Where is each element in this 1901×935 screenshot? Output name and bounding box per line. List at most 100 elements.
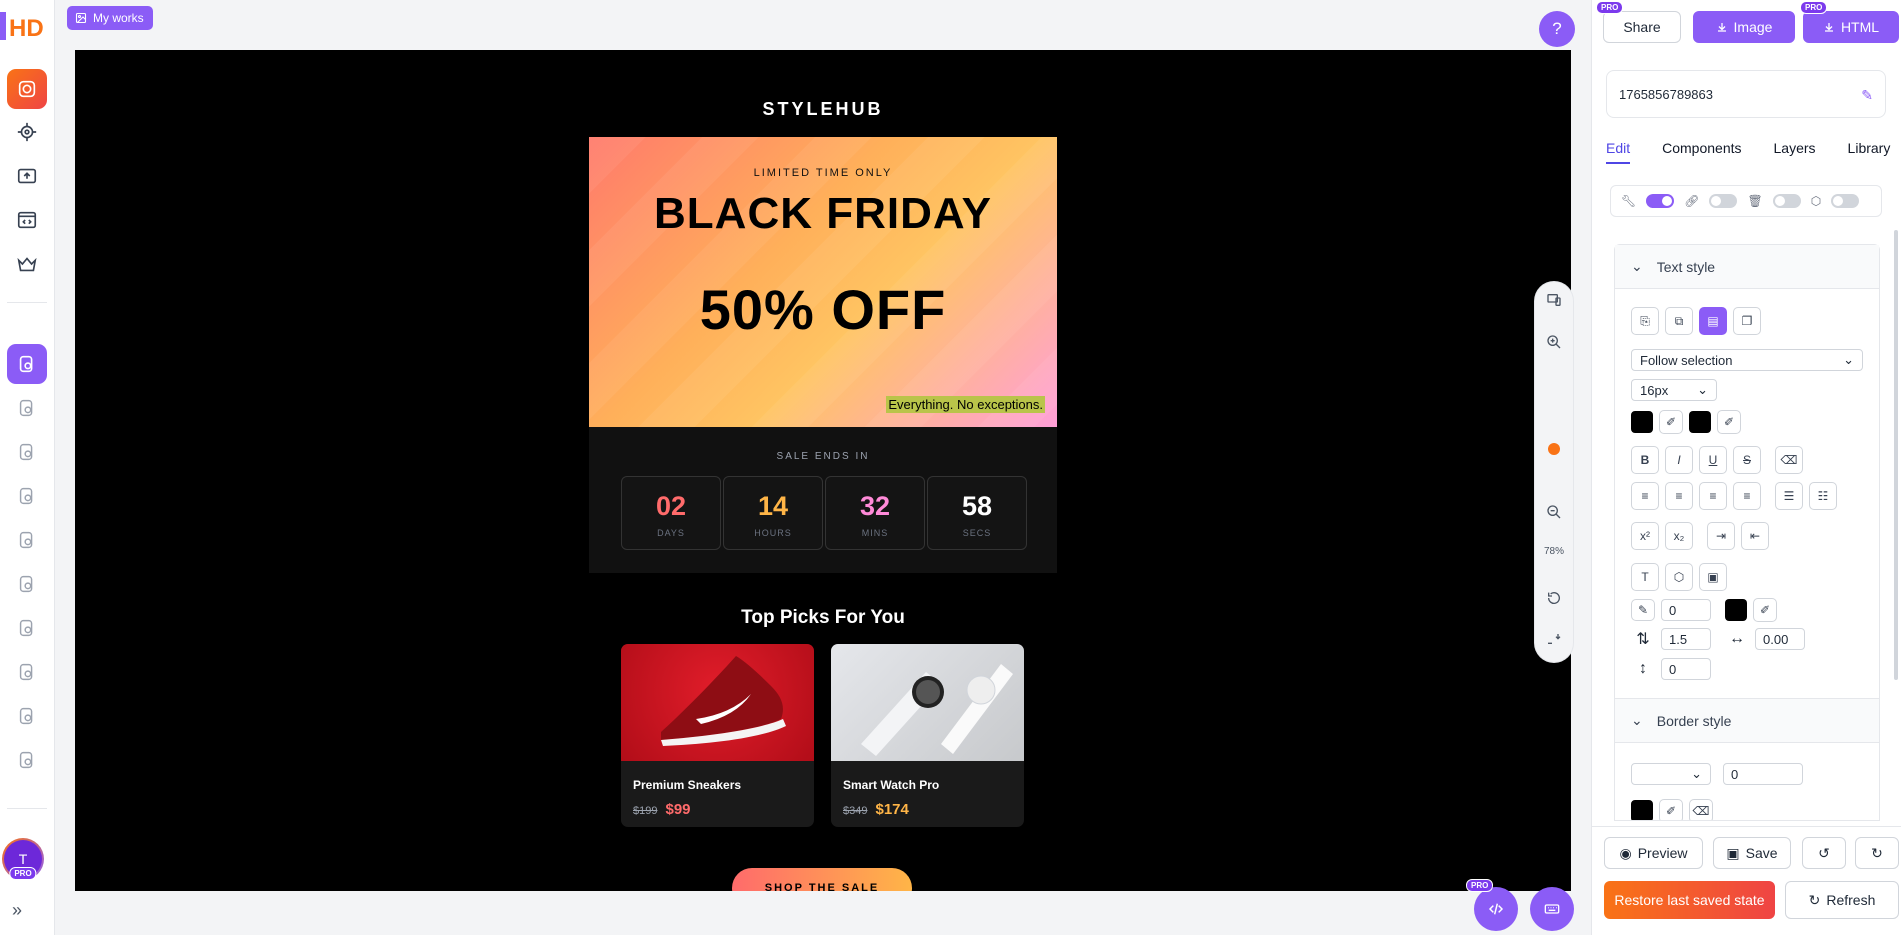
background-color-swatch[interactable] xyxy=(1689,411,1711,433)
countdown-section[interactable]: SALE ENDS IN 02 DAYS 14 HOURS 32 MINS 58 SECS xyxy=(589,427,1057,573)
hero-banner[interactable]: LIMITED TIME ONLY BLACK FRIDAY 50% OFF E… xyxy=(589,137,1057,427)
history-item[interactable] xyxy=(7,564,47,604)
component-toggle[interactable] xyxy=(1831,194,1860,208)
document-id-field[interactable]: 1765856789863 ✎ xyxy=(1606,70,1886,118)
target-tool-button[interactable] xyxy=(7,112,47,152)
keyboard-shortcuts-button[interactable] xyxy=(1530,887,1574,931)
align-justify-icon[interactable]: ≡ xyxy=(1733,482,1761,510)
document-icon[interactable]: ▤ xyxy=(1699,307,1727,335)
outdent-icon[interactable]: ⇤ xyxy=(1741,522,1769,550)
cube-icon[interactable]: ⬡ xyxy=(1665,563,1693,591)
redo-button[interactable]: ↻ xyxy=(1855,837,1899,869)
font-size-select[interactable]: 16px ⌄ xyxy=(1631,379,1717,401)
link-toggle[interactable] xyxy=(1709,194,1738,208)
my-works-button[interactable]: My works xyxy=(67,6,153,30)
copy-icon[interactable]: ⎘ xyxy=(1631,307,1659,335)
superscript-icon[interactable]: x² xyxy=(1631,522,1659,550)
countdown-box[interactable]: 02 DAYS xyxy=(621,476,721,550)
smartwatch-image[interactable] xyxy=(831,644,1024,761)
align-left-icon[interactable]: ≡ xyxy=(1631,482,1659,510)
tab-layers[interactable]: Layers xyxy=(1774,140,1816,164)
history-item[interactable] xyxy=(7,388,47,428)
share-button[interactable]: Share xyxy=(1603,11,1681,43)
edit-toggle[interactable] xyxy=(1646,194,1675,208)
preview-button[interactable]: ◉ Preview xyxy=(1604,837,1703,869)
history-item[interactable] xyxy=(7,476,47,516)
eyedropper-icon[interactable]: ✐ xyxy=(1659,410,1683,434)
device-toggle-button[interactable] xyxy=(1535,292,1573,308)
expand-sidebar-button[interactable]: » xyxy=(12,900,22,921)
font-family-select[interactable]: Follow selection ⌄ xyxy=(1631,349,1863,371)
eyedropper-icon[interactable]: ✐ xyxy=(1753,598,1777,622)
edit-pencil-icon[interactable]: ✎ xyxy=(1861,87,1873,104)
tab-edit[interactable]: Edit xyxy=(1606,140,1631,164)
code-tool-button[interactable] xyxy=(7,200,47,240)
text-style-header[interactable]: ⌄ Text style xyxy=(1615,245,1879,289)
tab-library[interactable]: Library xyxy=(1848,140,1891,164)
sneaker-image[interactable] xyxy=(621,644,814,761)
copy-style-icon[interactable]: ⧉ xyxy=(1665,307,1693,335)
underline-icon[interactable]: U xyxy=(1699,446,1727,474)
top-picks-title[interactable]: Top Picks For You xyxy=(589,607,1057,644)
image-icon[interactable]: ▣ xyxy=(1699,563,1727,591)
stroke-color-swatch[interactable] xyxy=(1725,599,1747,621)
help-button[interactable]: ? xyxy=(1539,11,1575,47)
history-item[interactable] xyxy=(7,432,47,472)
history-item[interactable] xyxy=(7,652,47,692)
countdown-box[interactable]: 14 HOURS xyxy=(723,476,823,550)
line-height-input[interactable]: 1.5 xyxy=(1661,628,1711,650)
restore-saved-button[interactable]: Restore last saved state xyxy=(1604,881,1775,919)
sale-price[interactable]: $174 xyxy=(875,801,908,818)
export-html-button[interactable]: HTML xyxy=(1803,11,1899,43)
border-color-swatch[interactable] xyxy=(1631,800,1653,820)
eraser-icon[interactable]: ⌫ xyxy=(1775,446,1803,474)
zoom-out-button[interactable] xyxy=(1535,504,1573,520)
premium-button[interactable] xyxy=(7,244,47,284)
eyedropper-icon[interactable]: ✐ xyxy=(1717,410,1741,434)
numbered-list-icon[interactable]: ☷ xyxy=(1809,482,1837,510)
align-right-icon[interactable]: ≡ xyxy=(1699,482,1727,510)
history-item[interactable] xyxy=(7,696,47,736)
text-color-swatch[interactable] xyxy=(1631,411,1653,433)
upload-tool-button[interactable] xyxy=(7,156,47,196)
align-center-icon[interactable]: ≡ xyxy=(1665,482,1693,510)
eyedropper-icon[interactable]: ✐ xyxy=(1659,799,1683,820)
bold-icon[interactable]: B xyxy=(1631,446,1659,474)
export-image-button[interactable]: Image xyxy=(1693,11,1795,43)
product-name[interactable]: Smart Watch Pro xyxy=(843,778,1024,792)
history-item[interactable] xyxy=(7,520,47,560)
paste-icon[interactable]: ❐ xyxy=(1733,307,1761,335)
border-type-select[interactable]: ⌄ xyxy=(1631,763,1711,785)
indent-icon[interactable]: ⇥ xyxy=(1707,522,1735,550)
save-button[interactable]: ▣ Save xyxy=(1713,837,1791,869)
code-view-button[interactable] xyxy=(1474,887,1518,931)
hero-discount[interactable]: 50% OFF xyxy=(589,277,1057,342)
zoom-slider-handle[interactable] xyxy=(1548,443,1560,455)
fit-button[interactable] xyxy=(1535,632,1573,648)
refresh-button[interactable]: ↻ Refresh xyxy=(1785,881,1899,919)
border-style-header[interactable]: ⌄ Border style xyxy=(1615,699,1879,743)
subscript-icon[interactable]: x₂ xyxy=(1665,522,1693,550)
app-logo[interactable]: HD xyxy=(0,6,48,46)
undo-button[interactable]: ↺ xyxy=(1802,837,1846,869)
eraser-icon[interactable]: ⌫ xyxy=(1689,799,1713,820)
editor-canvas[interactable]: STYLEHUB LIMITED TIME ONLY BLACK FRIDAY … xyxy=(75,50,1571,891)
history-item[interactable] xyxy=(7,608,47,648)
border-width-input[interactable]: 0 xyxy=(1723,763,1803,785)
text-icon[interactable]: T xyxy=(1631,563,1659,591)
sale-price[interactable]: $99 xyxy=(665,801,690,818)
tab-components[interactable]: Components xyxy=(1662,140,1741,164)
old-price[interactable]: $199 xyxy=(633,805,657,817)
product-card[interactable]: Premium Sneakers $199 $99 xyxy=(621,644,814,827)
history-item[interactable] xyxy=(7,740,47,780)
delete-toggle[interactable] xyxy=(1772,194,1801,208)
shop-sale-button[interactable]: SHOP THE SALE xyxy=(732,868,912,891)
zoom-in-button[interactable] xyxy=(1535,334,1573,350)
reset-zoom-button[interactable] xyxy=(1535,590,1573,606)
old-price[interactable]: $349 xyxy=(843,805,867,817)
sale-ends-label[interactable]: SALE ENDS IN xyxy=(589,451,1057,462)
hero-title[interactable]: BLACK FRIDAY xyxy=(589,189,1057,239)
brand-title[interactable]: STYLEHUB xyxy=(589,99,1057,137)
letter-spacing-input[interactable]: 0.00 xyxy=(1755,628,1805,650)
hero-eyebrow[interactable]: LIMITED TIME ONLY xyxy=(589,167,1057,179)
